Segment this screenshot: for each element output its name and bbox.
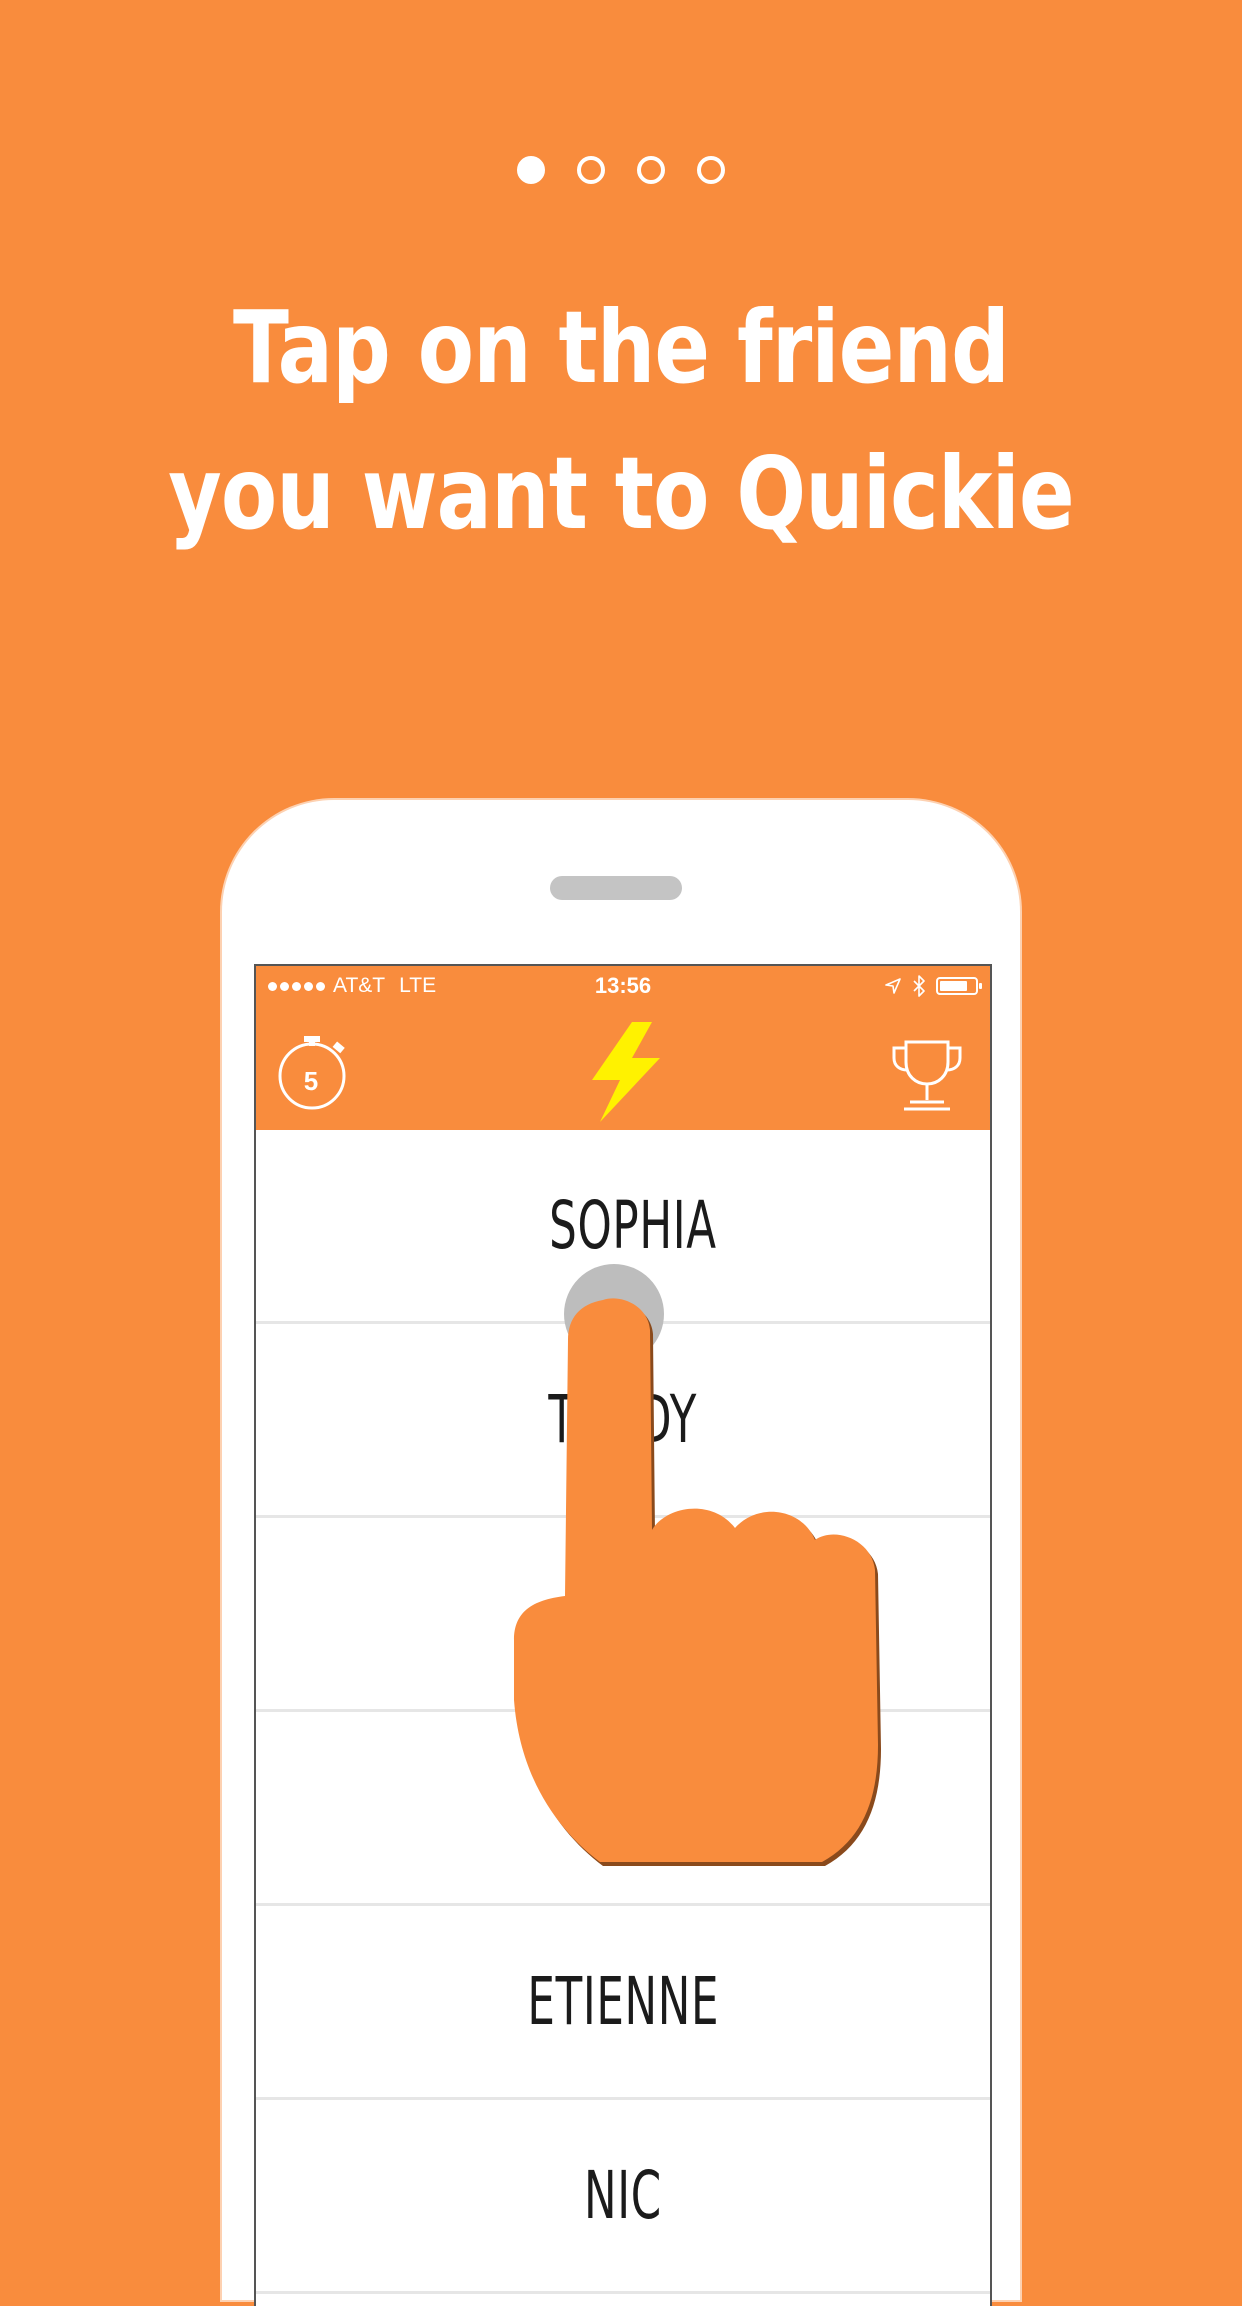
friends-list: SOPHIA TEDDY LA ETIENNE NIC <box>256 1130 990 2294</box>
friend-row[interactable]: ETIENNE <box>256 1906 990 2100</box>
page-dot-3[interactable] <box>637 156 665 184</box>
page-dot-4[interactable] <box>697 156 725 184</box>
friend-name: TEDDY <box>548 1381 698 1458</box>
friend-row[interactable]: SOPHIA <box>256 1130 990 1324</box>
status-right <box>884 975 982 997</box>
page-indicator <box>0 156 1242 184</box>
friend-name: NIC <box>584 2157 662 2234</box>
page-dot-1[interactable] <box>517 156 545 184</box>
onboarding-headline: Tap on the friend you want to Quickie <box>112 275 1130 567</box>
timer-value: 5 <box>303 1066 319 1096</box>
phone-screen: AT&T LTE 13:56 5 SOPHIA TEDDY LA ETIENNE… <box>254 964 992 2306</box>
phone-mockup: AT&T LTE 13:56 5 SOPHIA TEDDY LA ETIENNE… <box>222 800 1020 2306</box>
headline-line-1: Tap on the friend <box>233 289 1010 406</box>
phone-speaker <box>550 876 682 900</box>
friend-row[interactable] <box>256 1518 990 1712</box>
friend-row[interactable]: NIC <box>256 2100 990 2294</box>
friend-name: LA <box>594 1769 652 1846</box>
app-nav-bar: 5 <box>256 1010 990 1130</box>
friend-row[interactable]: TEDDY <box>256 1324 990 1518</box>
trophy-icon[interactable] <box>890 1036 964 1112</box>
headline-line-2: you want to Quickie <box>168 435 1074 552</box>
lightning-bolt-icon[interactable] <box>586 1020 666 1124</box>
status-time: 13:56 <box>594 973 652 998</box>
status-bar: AT&T LTE 13:56 <box>256 966 990 1010</box>
bluetooth-icon <box>913 975 925 997</box>
location-arrow-icon <box>885 978 901 994</box>
battery-icon <box>936 977 982 995</box>
timer-button[interactable]: 5 <box>276 1030 352 1112</box>
friend-name: ETIENNE <box>527 1963 719 2040</box>
friend-row[interactable]: LA <box>256 1712 990 1906</box>
friend-name: SOPHIA <box>549 1187 717 1264</box>
page-dot-2[interactable] <box>577 156 605 184</box>
